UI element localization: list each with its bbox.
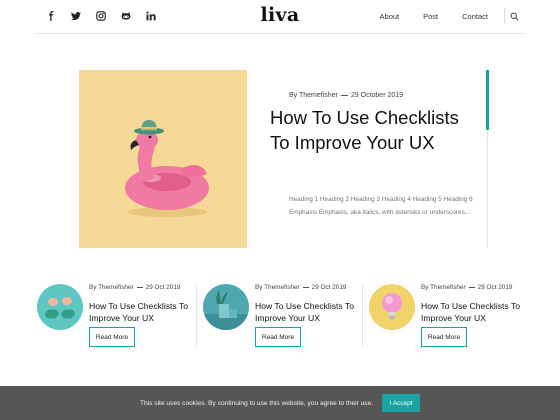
featured-meta: By Themefisher 29 October 2019 [289, 92, 403, 99]
post-card: By Themefisher 29 Oct 2019 How To Use Che… [369, 284, 534, 364]
post-card-meta: By Themefisher 29 Oct 2019 [89, 284, 180, 291]
post-card-author[interactable]: By Themefisher [255, 284, 300, 291]
read-more-button[interactable]: Read More [421, 327, 467, 347]
meta-divider [340, 95, 348, 96]
nav-item-post[interactable]: Post [423, 12, 438, 21]
read-more-button[interactable]: Read More [255, 327, 301, 347]
instagram-icon[interactable] [96, 11, 106, 21]
card-divider [196, 284, 197, 346]
featured-author[interactable]: By Themefisher [289, 92, 338, 99]
featured-title[interactable]: How To Use Checklists To Improve Your UX [270, 105, 470, 155]
post-card-title[interactable]: How To Use Checklists To Improve Your UX [255, 300, 367, 324]
post-card-image[interactable] [37, 284, 83, 330]
featured-scroll-indicator[interactable] [486, 70, 489, 130]
post-card-date: 29 Oct 2019 [311, 284, 347, 291]
featured-image[interactable] [79, 70, 247, 248]
main-nav: About Post Contact [356, 12, 488, 21]
meta-divider [136, 287, 143, 288]
search-button[interactable] [504, 8, 524, 24]
site-logo[interactable]: liva [261, 4, 300, 26]
post-card-author[interactable]: By Themefisher [421, 284, 466, 291]
post-card-meta: By Themefisher 29 Oct 2019 [421, 284, 512, 291]
meta-divider [468, 287, 475, 288]
read-more-button[interactable]: Read More [89, 327, 135, 347]
github-icon[interactable] [121, 11, 131, 21]
post-card-image[interactable] [203, 284, 249, 330]
featured-excerpt: Heading 1 Heading 2 Heading 3 Heading 4 … [289, 196, 473, 216]
featured-date: 29 October 2019 [350, 92, 404, 99]
post-card: By Themefisher 29 Oct 2019 How To Use Che… [203, 284, 368, 364]
post-card: By Themefisher 29 Oct 2019 How To Use Che… [37, 284, 202, 364]
site-header: liva About Post Contact [36, 0, 524, 34]
cookie-banner: This site uses cookies. By continuing to… [0, 386, 560, 420]
post-card-title[interactable]: How To Use Checklists To Improve Your UX [421, 300, 533, 324]
card-divider [362, 284, 363, 346]
facebook-icon[interactable] [46, 11, 56, 21]
nav-item-contact[interactable]: Contact [462, 12, 488, 21]
post-card-meta: By Themefisher 29 Oct 2019 [255, 284, 346, 291]
social-links [46, 11, 171, 21]
post-card-date: 29 Oct 2019 [477, 284, 513, 291]
post-card-author[interactable]: By Themefisher [89, 284, 134, 291]
post-card-date: 29 Oct 2019 [145, 284, 181, 291]
twitter-icon[interactable] [71, 11, 81, 21]
post-card-image[interactable] [369, 284, 415, 330]
accept-cookies-button[interactable]: I Accept [382, 394, 420, 412]
meta-divider [302, 287, 309, 288]
linkedin-icon[interactable] [146, 11, 156, 21]
post-card-title[interactable]: How To Use Checklists To Improve Your UX [89, 300, 201, 324]
nav-item-about[interactable]: About [380, 12, 400, 21]
search-icon [510, 12, 519, 20]
cookie-message: This site uses cookies. By continuing to… [140, 400, 374, 407]
